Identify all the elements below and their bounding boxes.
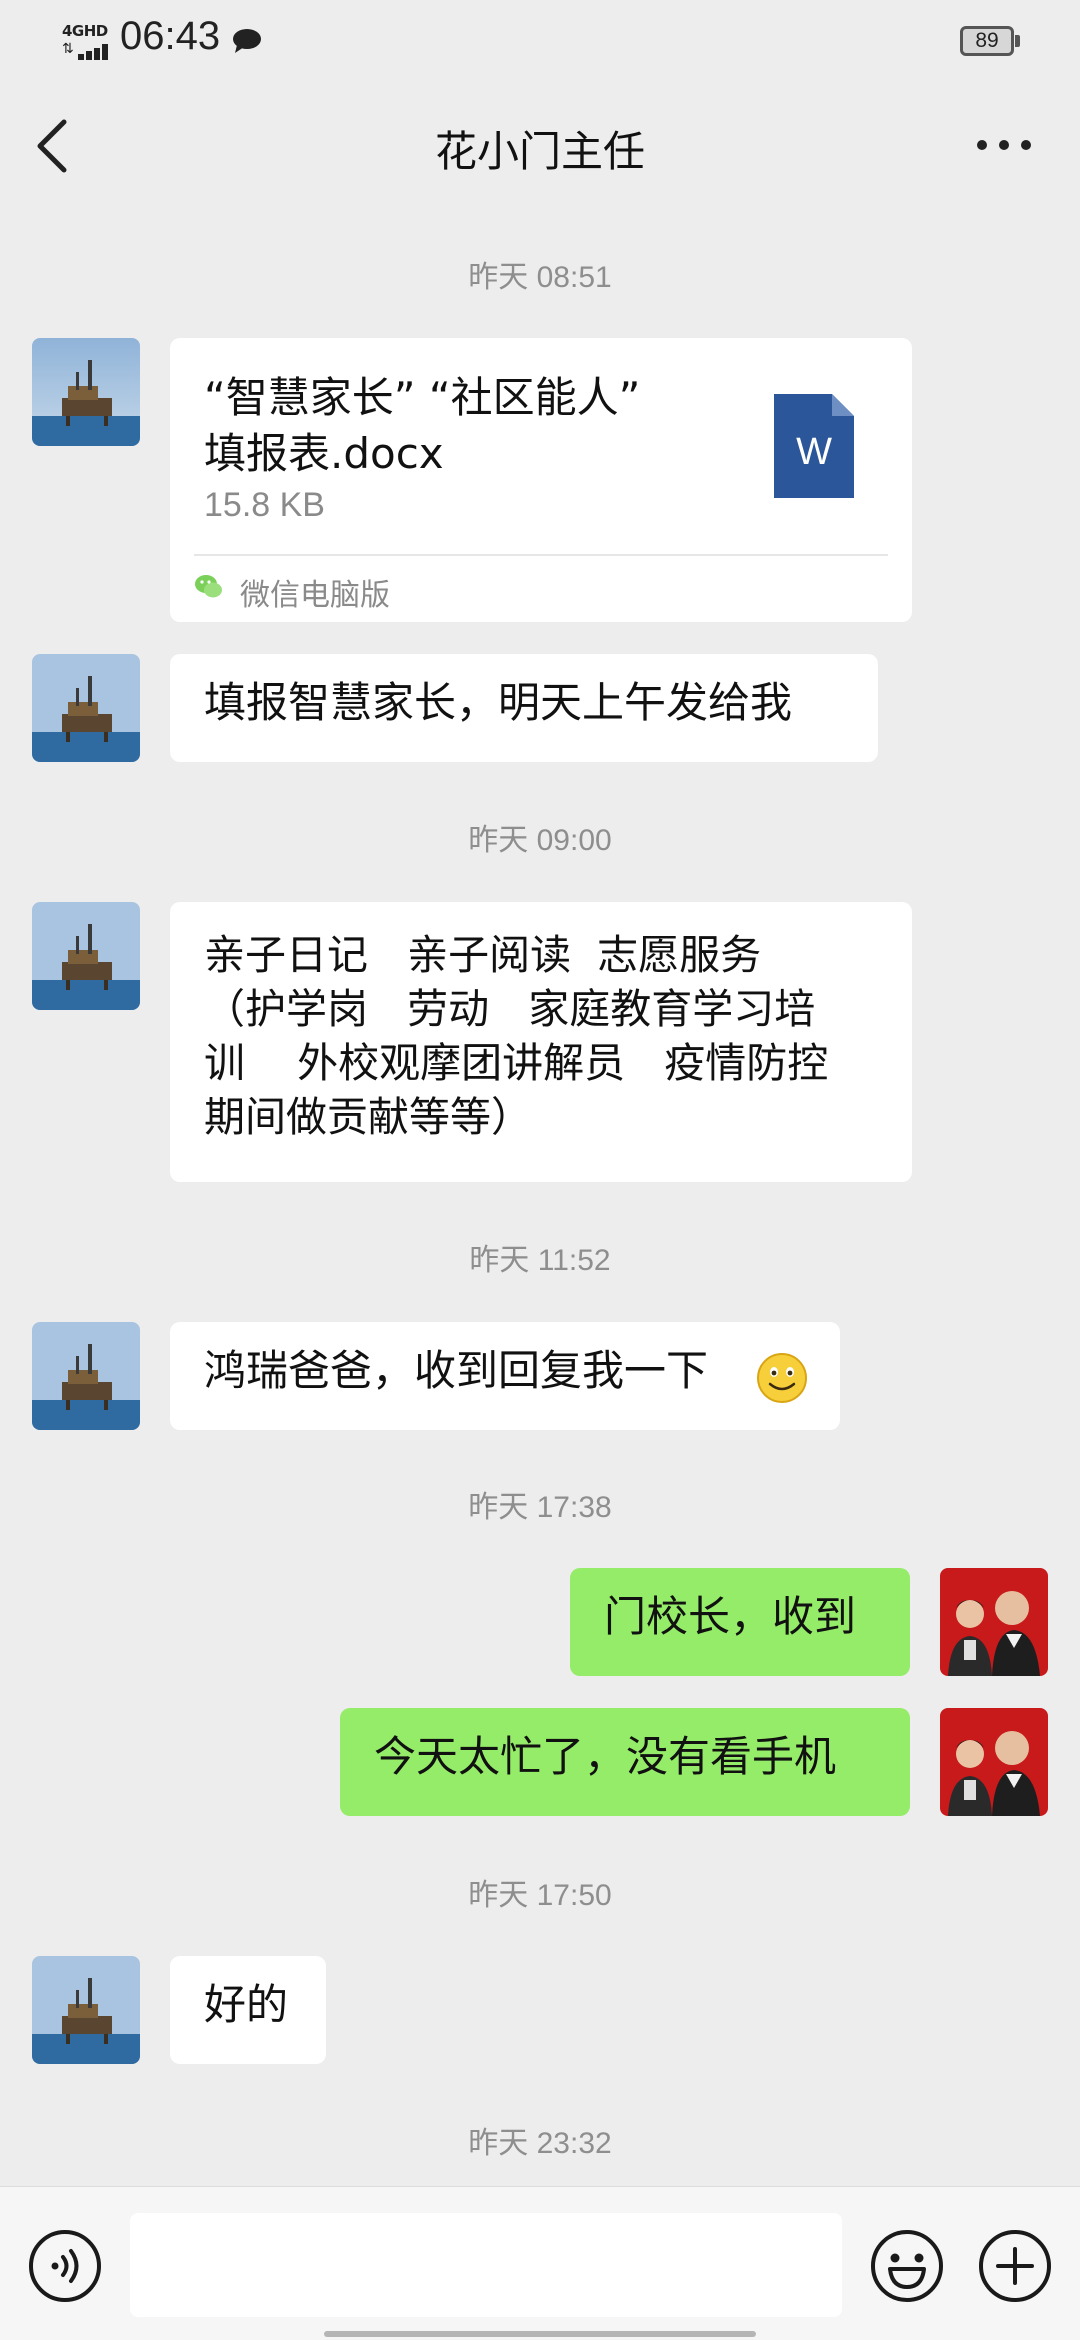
emoji-button[interactable] — [870, 2229, 944, 2303]
battery-icon: 89 — [960, 26, 1020, 56]
message-text: 亲子日记 亲子阅读 志愿服务 （护学岗 劳动 家庭教育学习培 训 外校观摩团讲解… — [204, 931, 829, 1141]
timestamp: 昨天 17:38 — [468, 1491, 612, 1524]
message-bubble[interactable]: 好的 — [170, 1956, 326, 2064]
file-message[interactable]: “智慧家长” “社区能人” 填报表.docx 15.8 KB W 微信电脑版 — [170, 338, 912, 622]
timestamp: 昨天 08:51 — [468, 261, 612, 294]
clock: 06:43 — [120, 14, 221, 58]
timestamp: 昨天 23:32 — [468, 2127, 612, 2160]
message-text: 填报智慧家长，明天上午发给我 — [204, 678, 793, 727]
emoji-icon — [871, 2230, 943, 2302]
file-size: 15.8 KB — [204, 486, 325, 524]
contact-avatar[interactable] — [32, 1322, 140, 1430]
message-bubble[interactable]: 填报智慧家长，明天上午发给我 — [170, 654, 878, 762]
contact-avatar[interactable] — [32, 654, 140, 762]
file-name-line1: “智慧家长” “社区能人” — [204, 373, 641, 422]
timestamp: 昨天 11:52 — [469, 1244, 611, 1277]
message-text: 鸿瑞爸爸，收到回复我一下 — [204, 1346, 709, 1395]
my-message-bubble[interactable]: 门校长，收到 — [570, 1568, 910, 1676]
timestamp: 昨天 09:00 — [468, 824, 612, 857]
file-name-line2: 填报表.docx — [204, 429, 444, 478]
contact-avatar[interactable] — [32, 1956, 140, 2064]
message-text: 好的 — [204, 1980, 289, 2029]
network-indicator: 4GHD ⇅ — [62, 22, 112, 60]
contact-avatar[interactable] — [32, 902, 140, 1010]
message-text: 门校长，收到 — [604, 1592, 857, 1641]
word-document-icon: W — [774, 394, 854, 498]
data-arrows-icon: ⇅ — [62, 41, 74, 57]
more-button[interactable] — [966, 120, 1046, 170]
word-icon-letter: W — [796, 431, 832, 473]
timestamp: 昨天 17:50 — [468, 1879, 612, 1912]
my-avatar[interactable] — [940, 1568, 1048, 1676]
divider — [194, 554, 888, 556]
message-bubble[interactable]: 鸿瑞爸爸，收到回复我一下 — [170, 1322, 840, 1430]
nav-bar: 花小门主任 — [0, 80, 1080, 212]
my-avatar[interactable] — [940, 1708, 1048, 1816]
battery-level: 89 — [975, 29, 999, 52]
more-dots-icon — [977, 140, 1031, 150]
chat-title: 花小门主任 — [434, 127, 645, 176]
message-input[interactable] — [130, 2213, 842, 2317]
plus-icon — [979, 2230, 1051, 2302]
contact-avatar[interactable] — [32, 338, 140, 446]
more-options-button[interactable] — [978, 2229, 1052, 2303]
voice-button[interactable] — [28, 2229, 102, 2303]
file-source-label: 微信电脑版 — [240, 578, 390, 613]
status-bar: 4GHD ⇅ 06:43 89 — [0, 0, 1080, 80]
back-button[interactable] — [22, 108, 92, 184]
message-notification-icon — [233, 29, 261, 53]
smile-emoji-icon — [757, 1353, 807, 1403]
voice-icon — [29, 2230, 101, 2302]
my-message-bubble[interactable]: 今天太忙了，没有看手机 — [340, 1708, 910, 1816]
input-bar — [0, 2186, 1080, 2340]
chevron-left-icon — [37, 119, 67, 173]
network-type: 4GHD — [62, 22, 108, 40]
signal-icon — [76, 44, 112, 60]
message-text: 今天太忙了，没有看手机 — [374, 1732, 837, 1781]
wechat-icon — [195, 575, 222, 598]
home-indicator[interactable] — [324, 2331, 756, 2337]
message-bubble[interactable]: 亲子日记 亲子阅读 志愿服务 （护学岗 劳动 家庭教育学习培 训 外校观摩团讲解… — [170, 902, 912, 1182]
